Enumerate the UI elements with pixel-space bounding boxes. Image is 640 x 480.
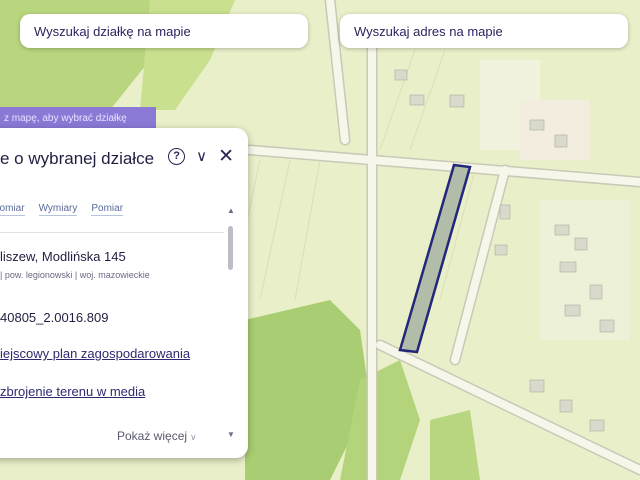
parcel-search-input[interactable]: Wyszukaj działkę na mapie (20, 14, 308, 48)
map-hint-banner: z mapę, aby wybrać działkę (0, 107, 156, 130)
tab-pomiar-left[interactable]: pomiar (0, 203, 25, 216)
collapse-chevron-icon[interactable]: ∨ (196, 147, 207, 165)
address-search-placeholder: Wyszukaj adres na mapie (354, 23, 503, 39)
parcel-info-panel: e o wybranej działce ? ∨ ✕ pomiar Wymiar… (0, 128, 248, 458)
parcel-search-placeholder: Wyszukaj działkę na mapie (34, 23, 191, 39)
address-search-input[interactable]: Wyszukaj adres na mapie (340, 14, 628, 48)
show-more-button[interactable]: Pokaż więcej ∨ (117, 429, 197, 443)
parcel-address: liszew, Modlińska 145 (0, 249, 126, 264)
panel-header-actions: ? ∨ ✕ (168, 147, 234, 166)
divider (0, 232, 224, 233)
chevron-down-icon: ∨ (190, 432, 197, 442)
help-icon[interactable]: ? (168, 147, 186, 165)
tab-wymiary[interactable]: Wymiary (38, 203, 78, 216)
show-more-label: Pokaż więcej (117, 429, 188, 443)
utilities-link[interactable]: zbrojenie terenu w media (0, 384, 145, 399)
parcel-region: | pow. legionowski | woj. mazowieckie (0, 270, 150, 280)
scrollbar-thumb[interactable] (228, 226, 233, 270)
panel-title: e o wybranej działce (0, 149, 155, 168)
panel-tabs: pomiar Wymiary Pomiar (0, 203, 124, 216)
zoning-plan-link[interactable]: iejscowy plan zagospodarowania (0, 346, 190, 361)
field-patch (540, 200, 630, 340)
tab-pomiar[interactable]: Pomiar (91, 203, 124, 216)
scroll-up-icon[interactable]: ▲ (227, 206, 235, 215)
parcel-id: 40805_2.0016.809 (0, 310, 109, 325)
scroll-down-icon[interactable]: ▼ (227, 430, 235, 439)
close-icon[interactable]: ✕ (218, 147, 234, 166)
